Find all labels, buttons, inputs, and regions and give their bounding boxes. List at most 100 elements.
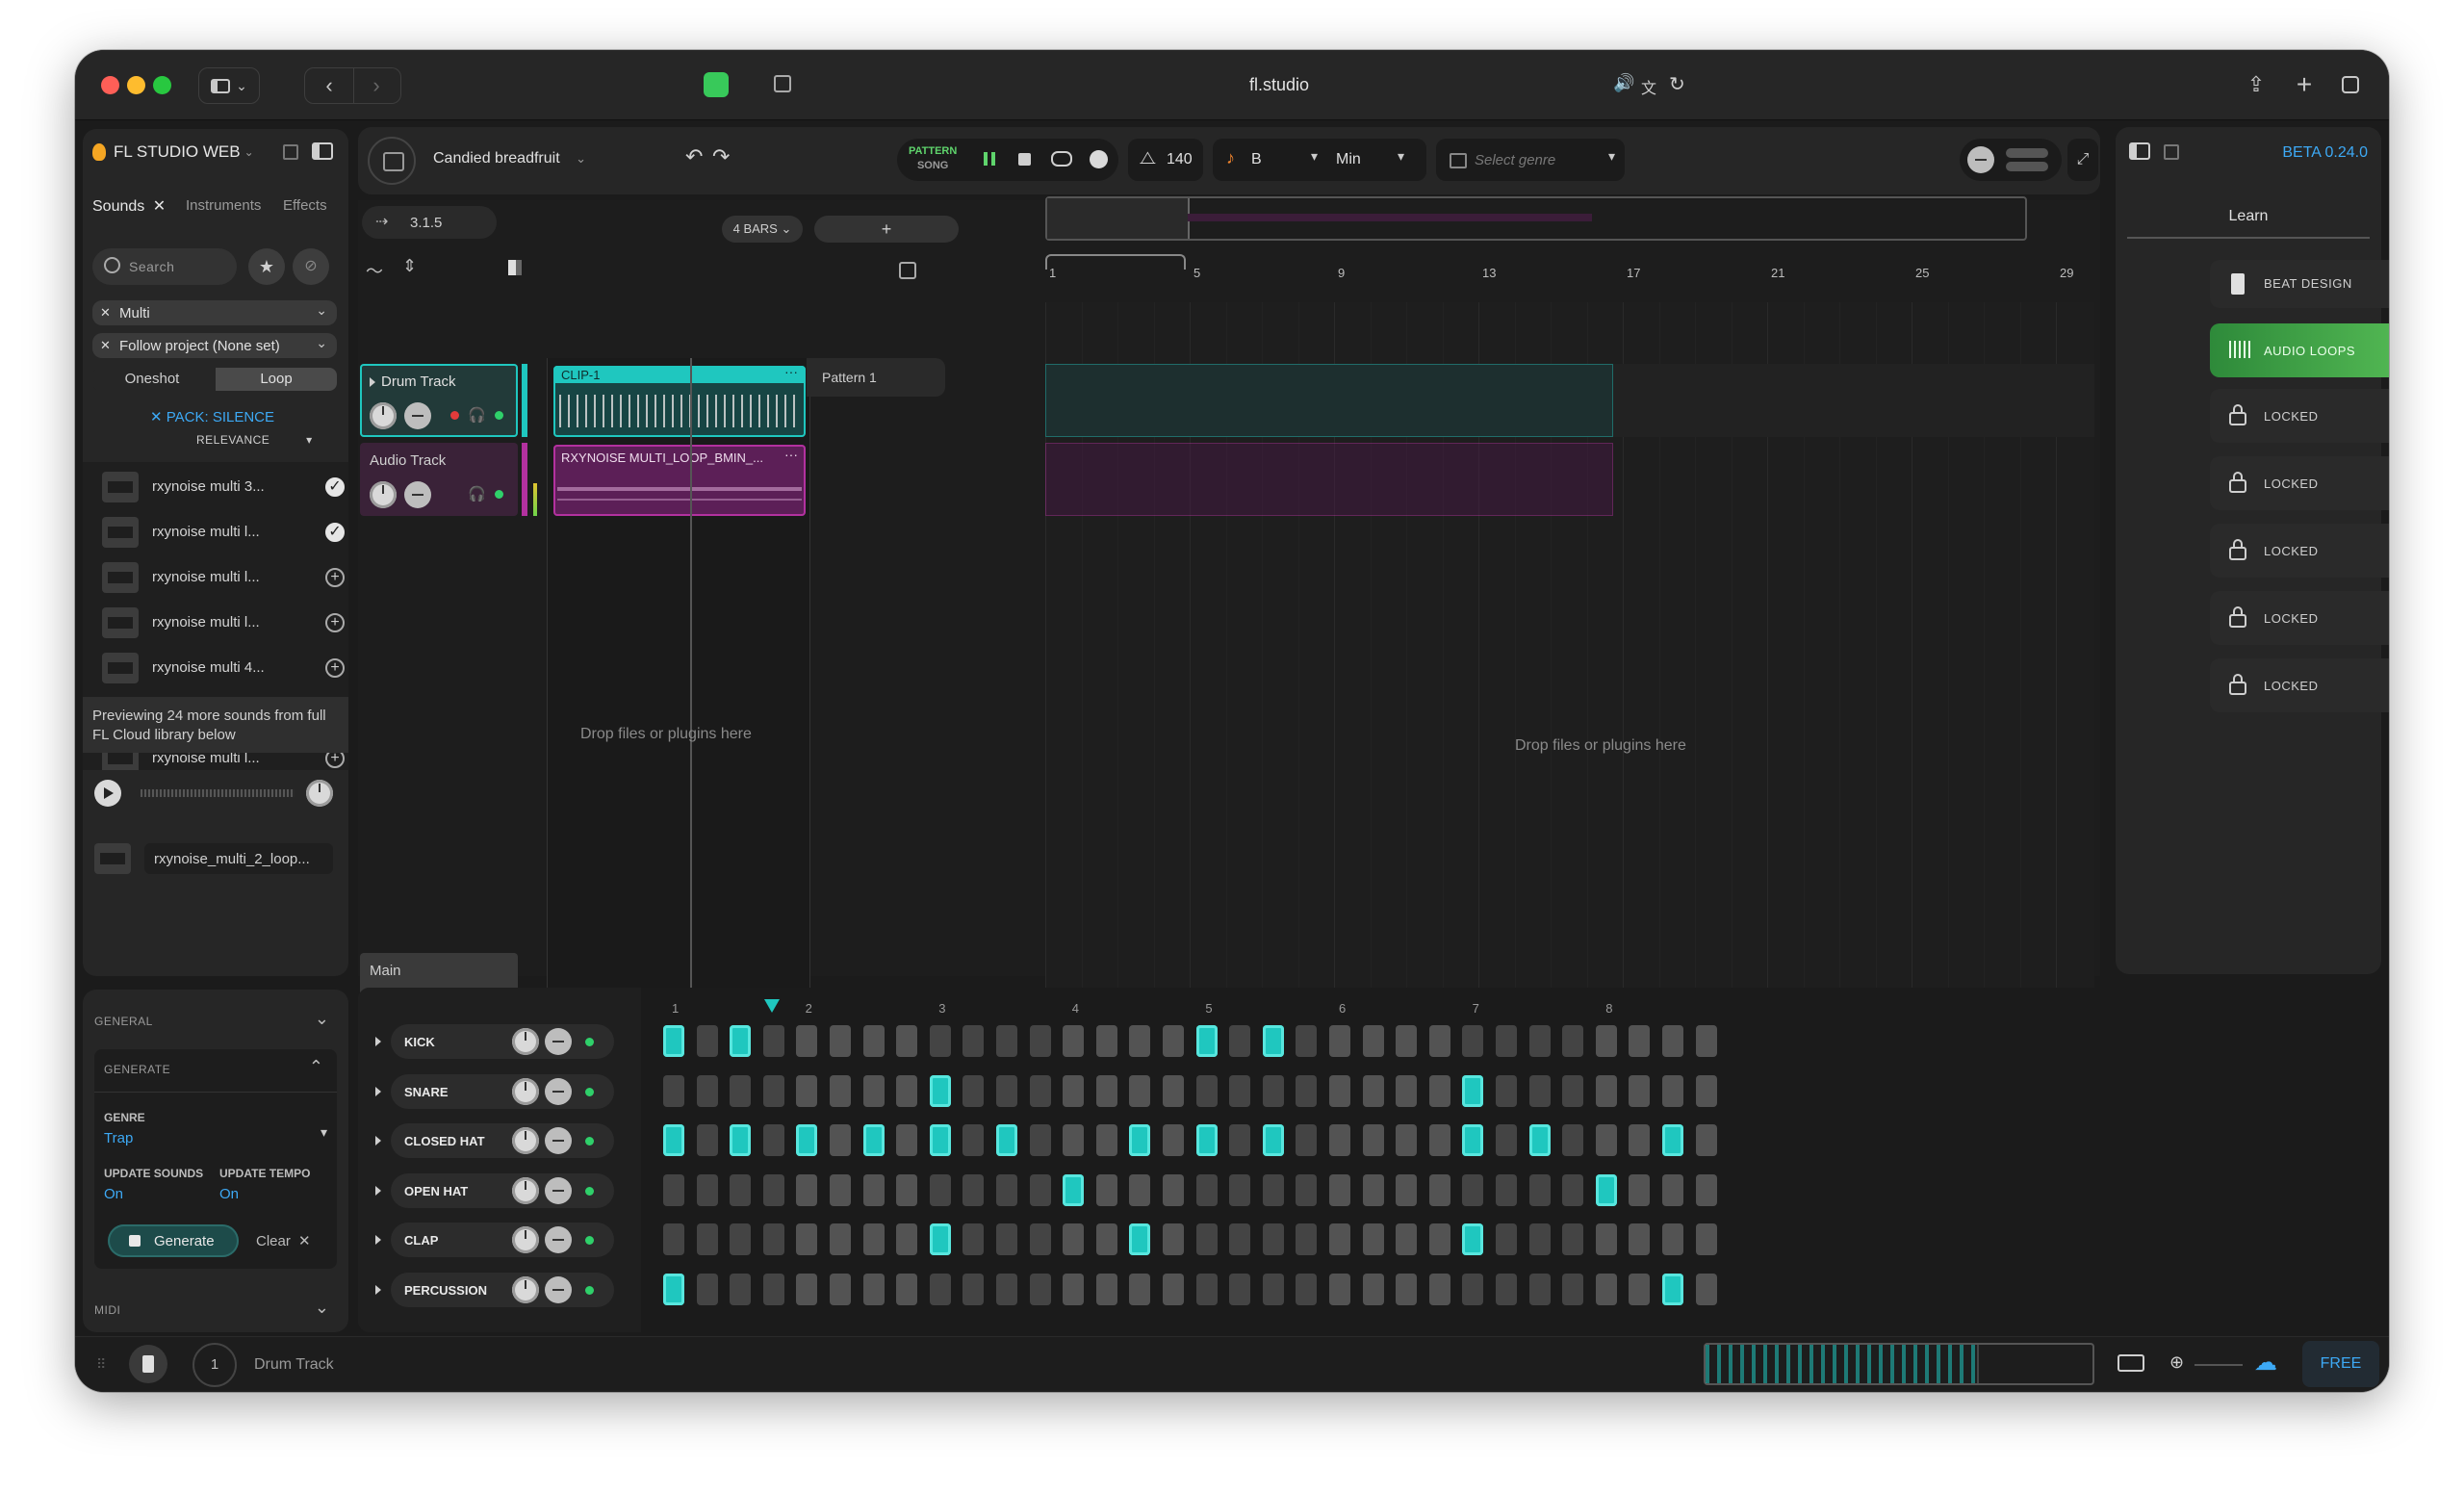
sound-list-item[interactable]: rxynoise multi 3... ✓	[94, 468, 345, 506]
step-button[interactable]	[962, 1074, 985, 1107]
genre-select[interactable]: Trap	[104, 1130, 133, 1146]
step-button[interactable]	[1029, 1025, 1051, 1057]
step-button[interactable]	[962, 1025, 985, 1057]
learn-item-locked[interactable]: LOCKED	[2210, 658, 2389, 712]
step-button[interactable]	[1129, 1273, 1151, 1305]
clip-drum[interactable]: CLIP-1 ···	[553, 366, 806, 437]
channel-active-led[interactable]	[585, 1038, 594, 1046]
free-plan-badge[interactable]: FREE	[2302, 1341, 2379, 1387]
drag-handle-icon[interactable]: ⠿	[96, 1356, 106, 1373]
step-button[interactable]	[929, 1223, 951, 1255]
step-button[interactable]	[1029, 1173, 1051, 1206]
step-button[interactable]	[1163, 1173, 1184, 1206]
learn-item-locked[interactable]: LOCKED	[2210, 389, 2389, 443]
channel-active-led[interactable]	[585, 1285, 594, 1295]
step-button[interactable]	[1496, 1025, 1517, 1057]
more-icon[interactable]: ···	[784, 366, 798, 379]
expand-track-icon[interactable]	[370, 377, 375, 387]
pattern-tab[interactable]: Pattern 1	[807, 358, 945, 397]
add-sound-icon[interactable]: +	[325, 568, 345, 587]
address-bar[interactable]: fl.studio 🔊 文 ↻	[764, 65, 1794, 104]
step-button[interactable]	[1163, 1223, 1184, 1255]
step-button[interactable]	[862, 1074, 885, 1107]
step-button[interactable]	[796, 1223, 818, 1255]
step-button[interactable]	[996, 1223, 1017, 1255]
channel-pan-knob[interactable]	[545, 1226, 572, 1253]
step-button[interactable]	[862, 1124, 885, 1156]
redo-button[interactable]: ↷	[712, 144, 730, 169]
step-button[interactable]	[1129, 1025, 1151, 1057]
channel-pan-knob[interactable]	[545, 1176, 572, 1204]
step-button[interactable]	[929, 1173, 951, 1206]
step-button[interactable]	[1695, 1223, 1717, 1255]
channel-volume-knob[interactable]	[512, 1028, 539, 1055]
step-button[interactable]	[1662, 1124, 1683, 1156]
step-button[interactable]	[1129, 1074, 1151, 1107]
step-button[interactable]	[1528, 1273, 1551, 1305]
step-button[interactable]	[696, 1173, 718, 1206]
step-button[interactable]	[730, 1173, 752, 1206]
expand-channel-icon[interactable]	[375, 1284, 381, 1295]
track-active-led[interactable]	[495, 411, 503, 420]
channel-name-button[interactable]: PERCUSSION	[391, 1272, 614, 1307]
step-button[interactable]	[1063, 1223, 1085, 1255]
track-header-audio[interactable]: Audio Track 🎧	[360, 443, 518, 516]
step-button[interactable]	[730, 1074, 752, 1107]
added-check-icon[interactable]: ✓	[325, 477, 345, 497]
expand-channel-icon[interactable]	[375, 1235, 381, 1245]
step-button[interactable]	[1329, 1273, 1350, 1305]
track-pan-knob[interactable]	[404, 481, 431, 508]
step-button[interactable]	[1396, 1173, 1418, 1206]
automation-tool-icon[interactable]: 〜	[366, 258, 383, 283]
record-arm-icon[interactable]	[450, 411, 459, 420]
step-button[interactable]	[830, 1223, 851, 1255]
step-button[interactable]	[1063, 1273, 1085, 1305]
step-button[interactable]	[1528, 1074, 1551, 1107]
step-button[interactable]	[929, 1273, 951, 1305]
step-button[interactable]	[1229, 1273, 1251, 1305]
step-button[interactable]	[1496, 1074, 1517, 1107]
step-button[interactable]	[1095, 1025, 1117, 1057]
step-button[interactable]	[1462, 1025, 1484, 1057]
step-button[interactable]	[796, 1025, 818, 1057]
record-button[interactable]	[1090, 150, 1108, 168]
step-button[interactable]	[1129, 1173, 1151, 1206]
step-button[interactable]	[762, 1124, 784, 1156]
bars-select[interactable]: 4 BARS ⌄	[722, 216, 803, 243]
pause-button[interactable]	[984, 152, 995, 166]
step-button[interactable]	[1595, 1173, 1617, 1206]
channel-volume-knob[interactable]	[512, 1127, 539, 1154]
step-button[interactable]	[730, 1273, 752, 1305]
update-tempo-toggle[interactable]: On	[219, 1186, 239, 1202]
step-button[interactable]	[1296, 1074, 1318, 1107]
pattern-minimap[interactable]	[1704, 1343, 2094, 1385]
pack-filter[interactable]: ✕ PACK: SILENCE	[150, 408, 274, 425]
step-button[interactable]	[1428, 1124, 1450, 1156]
step-button[interactable]	[1163, 1025, 1184, 1057]
sound-list-item[interactable]: rxynoise multi l... ✓	[94, 513, 345, 552]
preview-file-item[interactable]: rxynoise_multi_2_loop...	[83, 837, 348, 880]
sidebar-toggle-button[interactable]: ⌄	[198, 67, 260, 104]
step-button[interactable]	[1362, 1173, 1384, 1206]
zoom-slider[interactable]	[2194, 1364, 2243, 1366]
step-button[interactable]	[762, 1223, 784, 1255]
step-button[interactable]	[1528, 1223, 1551, 1255]
project-name[interactable]: Candied breadfruit ⌄	[433, 150, 586, 167]
channel-pan-knob[interactable]	[545, 1127, 572, 1154]
step-button[interactable]	[1695, 1173, 1717, 1206]
step-button[interactable]	[962, 1223, 985, 1255]
caret-down-icon[interactable]: ▾	[1398, 148, 1404, 165]
preview-volume-knob[interactable]	[306, 780, 333, 807]
channel-pan-knob[interactable]	[545, 1028, 572, 1055]
stop-button[interactable]	[1018, 153, 1031, 166]
added-check-icon[interactable]: ✓	[325, 523, 345, 542]
zoom-window-button[interactable]	[153, 76, 171, 94]
step-button[interactable]	[1262, 1223, 1284, 1255]
clip-audio[interactable]: RXYNOISE MULTI_LOOP_BMIN_... ···	[553, 445, 806, 516]
step-button[interactable]	[1129, 1223, 1151, 1255]
step-button[interactable]	[1396, 1074, 1418, 1107]
track-volume-knob[interactable]	[370, 402, 397, 429]
zoom-icon[interactable]: ⊕	[2169, 1352, 2184, 1373]
step-button[interactable]	[1362, 1223, 1384, 1255]
fl-studio-favicon[interactable]	[704, 72, 729, 97]
